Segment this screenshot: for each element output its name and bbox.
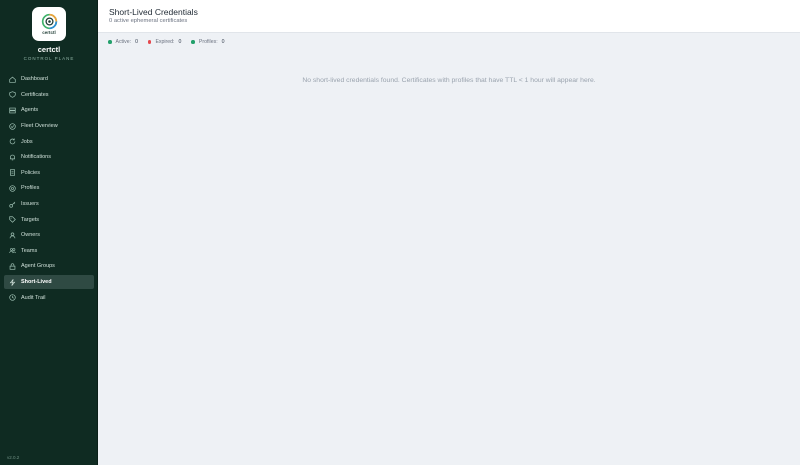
sidebar-item-label: Audit Trail — [21, 294, 46, 301]
sidebar-item-label: Short-Lived — [21, 279, 52, 286]
sidebar-item-agents[interactable]: Agents — [4, 103, 94, 118]
stat-label: Active: — [115, 39, 132, 45]
tag-icon — [9, 216, 16, 223]
logo-ring-icon — [41, 14, 57, 30]
sidebar-item-label: Policies — [21, 169, 40, 176]
sidebar: certctl certctl CONTROL PLANE Dashboard … — [0, 0, 98, 465]
sidebar-item-profiles[interactable]: Profiles — [4, 181, 94, 196]
sidebar-item-teams[interactable]: Teams — [4, 244, 94, 259]
key-icon — [9, 201, 16, 208]
stat-label: Expired: — [155, 39, 175, 45]
sidebar-item-short-lived[interactable]: Short-Lived — [4, 274, 94, 290]
stat-active: Active: 0 — [108, 39, 138, 45]
stat-value: 0 — [178, 39, 182, 45]
sidebar-nav: Dashboard Certificates Agents Fleet Over… — [4, 72, 94, 306]
app-subtitle: CONTROL PLANE — [23, 56, 75, 61]
page-subtitle: 0 active ephemeral certificates — [109, 18, 188, 24]
refresh-icon — [9, 138, 16, 145]
sidebar-item-certificates[interactable]: Certificates — [4, 88, 94, 103]
sidebar-item-label: Agent Groups — [21, 263, 55, 270]
page-header: Short-Lived Credentials 0 active ephemer… — [98, 0, 800, 33]
group-icon — [9, 263, 16, 270]
active-status-dot — [108, 40, 112, 44]
sidebar-item-label: Jobs — [21, 138, 33, 145]
profiles-status-dot — [191, 40, 195, 44]
bolt-icon — [9, 278, 16, 286]
sidebar-item-label: Dashboard — [21, 76, 48, 83]
sidebar-item-audit-trail[interactable]: Audit Trail — [4, 290, 94, 305]
sidebar-item-label: Certificates — [21, 91, 49, 98]
app-version: v2.0.2 — [7, 455, 20, 460]
sidebar-item-policies[interactable]: Policies — [4, 166, 94, 181]
policy-icon — [9, 169, 16, 177]
sidebar-item-agent-groups[interactable]: Agent Groups — [4, 259, 94, 274]
server-icon — [9, 107, 16, 114]
sidebar-item-jobs[interactable]: Jobs — [4, 134, 94, 149]
sidebar-item-label: Profiles — [21, 185, 40, 192]
profile-icon — [9, 185, 16, 192]
sidebar-item-fleet-overview[interactable]: Fleet Overview — [4, 119, 94, 134]
sidebar-item-label: Targets — [21, 216, 40, 223]
sidebar-item-label: Notifications — [21, 154, 51, 161]
app-name: certctl — [37, 45, 61, 54]
sidebar-item-owners[interactable]: Owners — [4, 228, 94, 243]
bell-icon — [9, 154, 16, 161]
sidebar-item-label: Agents — [21, 107, 39, 114]
clock-icon — [9, 294, 16, 301]
stats-bar: Active: 0 Expired: 0 Profiles: 0 — [108, 38, 235, 46]
sidebar-item-notifications[interactable]: Notifications — [4, 150, 94, 165]
empty-state-message: No short-lived credentials found. Certif… — [302, 77, 596, 84]
sidebar-item-label: Fleet Overview — [21, 123, 58, 130]
app-logo[interactable]: certctl — [32, 7, 66, 41]
sidebar-item-issuers[interactable]: Issuers — [4, 197, 94, 212]
page-title: Short-Lived Credentials — [109, 7, 198, 17]
sidebar-item-label: Issuers — [21, 201, 39, 208]
stat-profiles: Profiles: 0 — [191, 39, 225, 45]
shield-icon — [9, 91, 16, 99]
fleet-icon — [9, 122, 16, 130]
sidebar-item-label: Owners — [21, 232, 40, 239]
home-icon — [9, 76, 16, 83]
team-icon — [9, 247, 16, 254]
user-icon — [9, 232, 16, 239]
sidebar-item-dashboard[interactable]: Dashboard — [4, 72, 94, 87]
stat-value: 0 — [221, 39, 225, 45]
stat-expired: Expired: 0 — [147, 39, 182, 45]
stat-label: Profiles: — [198, 39, 218, 45]
sidebar-item-label: Teams — [21, 247, 38, 254]
logo-text: certctl — [42, 30, 56, 36]
stat-value: 0 — [135, 39, 138, 45]
sidebar-item-targets[interactable]: Targets — [4, 212, 94, 227]
expired-status-dot — [147, 40, 152, 44]
